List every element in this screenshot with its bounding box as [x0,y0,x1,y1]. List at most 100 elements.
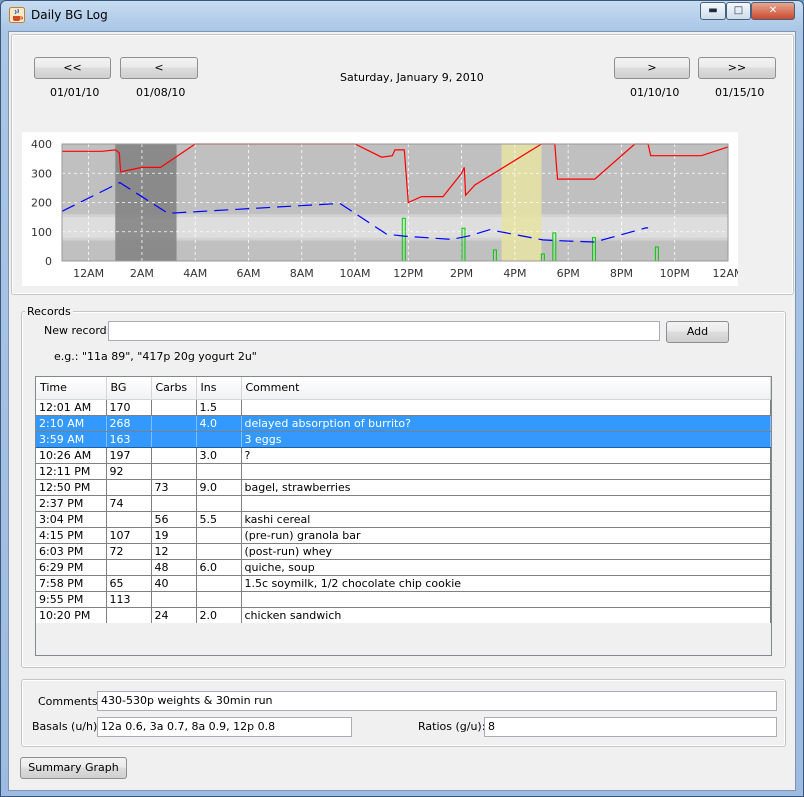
title-bar[interactable]: Daily BG Log ▬ □ ✕ [1,1,803,31]
time-cell[interactable]: 6:03 PM [36,543,107,560]
comment-cell[interactable]: delayed absorption of burrito? [241,415,771,432]
table-row[interactable]: 6:03 PM 72 12 (post-run) whey [36,543,771,560]
previous-day-button[interactable]: < [120,57,198,79]
time-cell[interactable]: 12:01 AM [36,399,107,416]
next-day-button[interactable]: > [614,57,690,79]
carbs-cell[interactable]: 12 [151,543,197,560]
ins-cell[interactable]: 3.0 [196,447,242,464]
bg-cell[interactable]: 92 [106,463,152,480]
bg-cell[interactable] [106,607,152,624]
maximize-button[interactable]: □ [726,2,751,20]
ins-cell[interactable] [196,430,242,448]
table-row[interactable]: 3:59 AM 163 3 eggs [36,430,771,448]
table-row[interactable]: 10:20 PM 24 2.0 chicken sandwich [36,607,771,624]
time-cell[interactable]: 2:37 PM [36,495,107,512]
carbs-cell[interactable] [151,463,197,480]
time-cell[interactable]: 3:04 PM [36,511,107,528]
comment-cell[interactable]: 1.5c soymilk, 1/2 chocolate chip cookie [241,575,771,592]
comment-cell[interactable]: bagel, strawberries [241,479,771,496]
column-header-carbs[interactable]: Carbs [151,377,197,400]
ins-cell[interactable] [196,495,242,512]
column-header-ins[interactable]: Ins [196,377,242,400]
time-cell[interactable]: 7:58 PM [36,575,107,592]
carbs-cell[interactable] [151,447,197,464]
carbs-cell[interactable]: 56 [151,511,197,528]
carbs-cell[interactable]: 19 [151,527,197,544]
time-cell[interactable]: 6:29 PM [36,559,107,576]
column-header-bg[interactable]: BG [106,377,152,400]
table-row[interactable]: 6:29 PM 48 6.0 quiche, soup [36,559,771,576]
bg-cell[interactable] [106,559,152,576]
ratios-field[interactable]: 8 [484,717,777,737]
bg-cell[interactable]: 65 [106,575,152,592]
ins-cell[interactable]: 5.5 [196,511,242,528]
ins-cell[interactable]: 2.0 [196,607,242,624]
ins-cell[interactable]: 1.5 [196,399,242,416]
comment-cell[interactable] [241,591,771,608]
bg-cell[interactable]: 113 [106,591,152,608]
time-cell[interactable]: 2:10 AM [36,415,107,432]
comment-cell[interactable]: quiche, soup [241,559,771,576]
bg-cell[interactable]: 72 [106,543,152,560]
minimize-button[interactable]: ▬ [700,2,726,20]
time-cell[interactable]: 12:11 PM [36,463,107,480]
basals-field[interactable]: 12a 0.6, 3a 0.7, 8a 0.9, 12p 0.8 [97,717,352,737]
bg-cell[interactable]: 163 [106,430,152,448]
comments-field[interactable]: 430-530p weights & 30min run [97,691,777,711]
carbs-cell[interactable] [151,495,197,512]
carbs-cell[interactable] [151,415,197,432]
ins-cell[interactable] [196,575,242,592]
comment-cell[interactable]: (post-run) whey [241,543,771,560]
table-row[interactable]: 10:26 AM 197 3.0? [36,447,771,464]
column-header-comment[interactable]: Comment [241,377,771,400]
ins-cell[interactable] [196,463,242,480]
new-record-input[interactable] [108,321,660,341]
bg-cell[interactable]: 197 [106,447,152,464]
carbs-cell[interactable]: 48 [151,559,197,576]
comment-cell[interactable]: chicken sandwich [241,607,771,624]
table-row[interactable]: 12:50 PM 73 9.0 bagel, strawberries [36,479,771,496]
bg-cell[interactable]: 268 [106,415,152,432]
table-row[interactable]: 7:58 PM 65 40 1.5c soymilk, 1/2 chocolate c… [36,575,771,592]
first-day-button[interactable]: << [34,57,111,79]
comment-cell[interactable] [241,399,771,416]
table-row[interactable]: 3:04 PM 56 5.5 kashi cereal [36,511,771,528]
summary-graph-button[interactable]: Summary Graph [20,757,127,779]
carbs-cell[interactable] [151,399,197,416]
table-row[interactable]: 12:11 PM 92 [36,463,771,480]
ins-cell[interactable] [196,527,242,544]
table-row[interactable]: 4:15 PM 107 19 (pre-run) granola bar [36,527,771,544]
table-row[interactable]: 2:10 AM 268 4.0 delayed absorption of burri… [36,415,771,432]
table-row[interactable]: 2:37 PM 74 [36,495,771,512]
bg-cell[interactable]: 107 [106,527,152,544]
ins-cell[interactable] [196,543,242,560]
last-day-button[interactable]: >> [698,57,776,79]
bg-cell[interactable]: 74 [106,495,152,512]
ins-cell[interactable]: 4.0 [196,415,242,432]
carbs-cell[interactable]: 73 [151,479,197,496]
comment-cell[interactable]: ? [241,447,771,464]
time-cell[interactable]: 10:26 AM [36,447,107,464]
close-button[interactable]: ✕ [751,2,795,20]
carbs-cell[interactable]: 24 [151,607,197,624]
comment-cell[interactable]: kashi cereal [241,511,771,528]
time-cell[interactable]: 4:15 PM [36,527,107,544]
time-cell[interactable]: 3:59 AM [36,430,107,448]
ins-cell[interactable] [196,591,242,608]
ins-cell[interactable]: 6.0 [196,559,242,576]
carbs-cell[interactable] [151,430,197,448]
comment-cell[interactable] [241,463,771,480]
ins-cell[interactable]: 9.0 [196,479,242,496]
table-row[interactable]: 9:55 PM 113 [36,591,771,608]
table-row[interactable]: 12:01 AM 170 1.5 [36,399,771,416]
bg-cell[interactable]: 170 [106,399,152,416]
time-cell[interactable]: 10:20 PM [36,607,107,624]
bg-cell[interactable] [106,511,152,528]
comment-cell[interactable] [241,495,771,512]
time-cell[interactable]: 9:55 PM [36,591,107,608]
column-header-time[interactable]: Time [36,377,107,400]
comment-cell[interactable]: 3 eggs [241,430,771,448]
time-cell[interactable]: 12:50 PM [36,479,107,496]
add-record-button[interactable]: Add [666,321,729,343]
carbs-cell[interactable]: 40 [151,575,197,592]
